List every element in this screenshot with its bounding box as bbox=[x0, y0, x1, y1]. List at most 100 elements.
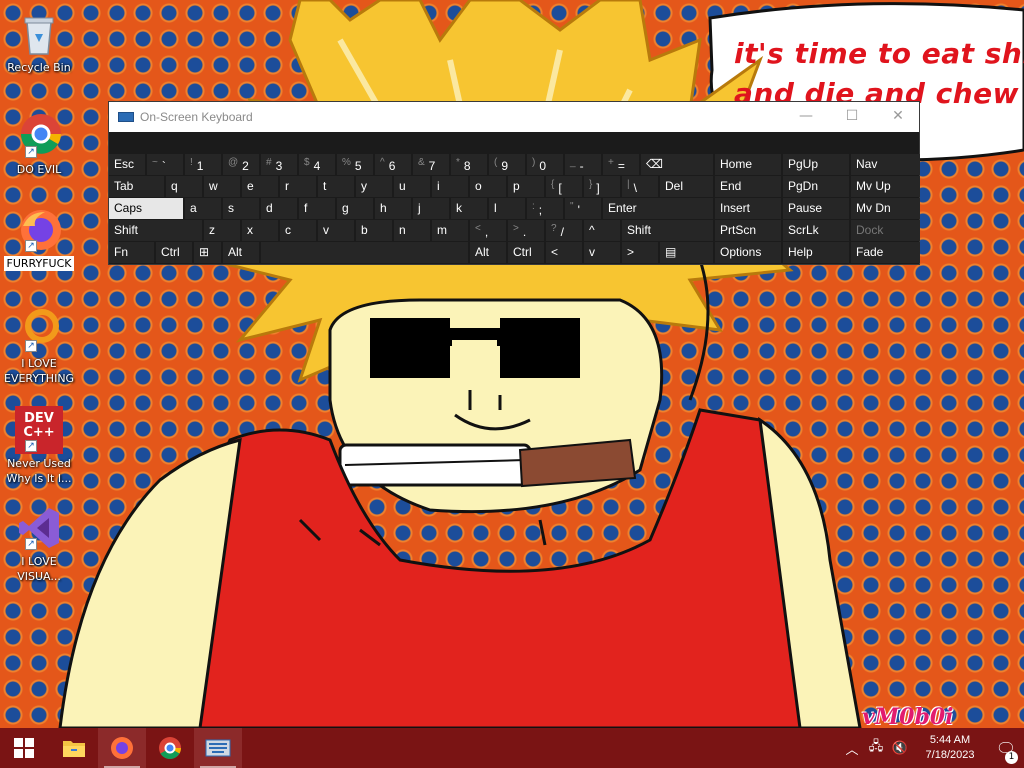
osk-nav-key-2-1[interactable]: Pause bbox=[783, 198, 849, 219]
osk-key-row4-4[interactable]: v bbox=[318, 220, 354, 241]
osk-key-row1-0[interactable]: Esc bbox=[109, 154, 145, 175]
osk-key-row5-8[interactable]: v bbox=[584, 242, 620, 263]
osk-nav-key-1-2[interactable]: Mv Up bbox=[851, 176, 920, 197]
osk-key-row5-9[interactable]: > bbox=[622, 242, 658, 263]
osk-key-row2-0[interactable]: Tab bbox=[109, 176, 164, 197]
osk-key-row1-11[interactable]: ) 0 bbox=[527, 154, 563, 175]
osk-key-row2-8[interactable]: i bbox=[432, 176, 468, 197]
osk-key-row2-13[interactable]: | \ bbox=[622, 176, 658, 197]
desktop-icon-furryfuck[interactable]: ↗ FURRYFUCK bbox=[4, 206, 74, 271]
osk-key-row5-3[interactable]: Alt bbox=[223, 242, 259, 263]
osk-key-row2-11[interactable]: {[ bbox=[546, 176, 582, 197]
osk-key-row2-9[interactable]: o bbox=[470, 176, 506, 197]
osk-key-row2-3[interactable]: e bbox=[242, 176, 278, 197]
minimize-button[interactable]: — bbox=[783, 102, 829, 132]
osk-key-row4-6[interactable]: n bbox=[394, 220, 430, 241]
osk-key-row1-8[interactable]: & 7 bbox=[413, 154, 449, 175]
osk-key-row3-11[interactable]: " ' bbox=[565, 198, 601, 219]
osk-key-row3-4[interactable]: f bbox=[299, 198, 335, 219]
osk-key-row2-10[interactable]: p bbox=[508, 176, 544, 197]
osk-key-row3-3[interactable]: d bbox=[261, 198, 297, 219]
osk-key-row2-14[interactable]: Del bbox=[660, 176, 713, 197]
network-icon[interactable]: 🖧 bbox=[864, 737, 888, 759]
osk-key-row3-7[interactable]: j bbox=[413, 198, 449, 219]
osk-key-row1-10[interactable]: (9 bbox=[489, 154, 525, 175]
desktop-icon-i-love-everything[interactable]: ↗ I LOVE EVERYTHING bbox=[4, 306, 74, 386]
osk-nav-key-3-2[interactable]: Dock bbox=[851, 220, 920, 241]
desktop-icon-dev-cpp[interactable]: DEV C++ ↗ Never Used Why Is It I... bbox=[4, 406, 74, 486]
osk-key-row1-3[interactable]: @2 bbox=[223, 154, 259, 175]
action-center-button[interactable]: 🗨 1 bbox=[988, 739, 1024, 764]
osk-nav-key-1-1[interactable]: PgDn bbox=[783, 176, 849, 197]
osk-key-row1-6[interactable]: % 5 bbox=[337, 154, 373, 175]
osk-key-row5-6[interactable]: Ctrl bbox=[508, 242, 544, 263]
desktop-icon-recycle-bin[interactable]: Recycle Bin bbox=[4, 10, 74, 75]
osk-key-row5-10[interactable]: ▤ bbox=[660, 242, 713, 263]
osk-key-row5-5[interactable]: Alt bbox=[470, 242, 506, 263]
osk-key-row1-9[interactable]: * 8 bbox=[451, 154, 487, 175]
osk-key-row2-7[interactable]: u bbox=[394, 176, 430, 197]
osk-key-row4-10[interactable]: ? / bbox=[546, 220, 582, 241]
osk-key-row3-5[interactable]: g bbox=[337, 198, 373, 219]
osk-key-row2-1[interactable]: q bbox=[166, 176, 202, 197]
osk-key-row1-13[interactable]: + = bbox=[603, 154, 639, 175]
osk-nav-key-3-1[interactable]: ScrLk bbox=[783, 220, 849, 241]
osk-key-row4-8[interactable]: <, bbox=[470, 220, 506, 241]
osk-key-row5-7[interactable]: < bbox=[546, 242, 582, 263]
osk-key-row3-6[interactable]: h bbox=[375, 198, 411, 219]
osk-nav-key-4-2[interactable]: Fade bbox=[851, 242, 920, 263]
osk-key-row4-3[interactable]: c bbox=[280, 220, 316, 241]
chevron-up-icon[interactable]: ︿ bbox=[840, 739, 864, 758]
osk-key-row2-2[interactable]: w bbox=[204, 176, 240, 197]
osk-key-row3-2[interactable]: s bbox=[223, 198, 259, 219]
osk-key-row4-11[interactable]: ^ bbox=[584, 220, 620, 241]
osk-nav-key-2-2[interactable]: Mv Dn bbox=[851, 198, 920, 219]
osk-nav-key-0-2[interactable]: Nav bbox=[851, 154, 920, 175]
osk-key-row4-7[interactable]: m bbox=[432, 220, 468, 241]
osk-nav-key-4-1[interactable]: Help bbox=[783, 242, 849, 263]
desktop-icon-do-evil[interactable]: ↗ DO EVIL bbox=[4, 112, 74, 177]
osk-key-row2-5[interactable]: t bbox=[318, 176, 354, 197]
osk-key-row2-12[interactable]: }] bbox=[584, 176, 620, 197]
osk-key-row1-4[interactable]: #3 bbox=[261, 154, 297, 175]
osk-key-row5-2[interactable]: ⊞ bbox=[194, 242, 221, 263]
close-button[interactable]: ✕ bbox=[875, 102, 921, 132]
osk-key-row1-5[interactable]: $4 bbox=[299, 154, 335, 175]
osk-nav-key-0-0[interactable]: Home bbox=[715, 154, 781, 175]
taskbar-clock[interactable]: 5:44 AM 7/18/2023 bbox=[912, 733, 988, 763]
volume-muted-icon[interactable]: 🔇 bbox=[888, 741, 912, 756]
maximize-button[interactable]: ☐ bbox=[829, 102, 875, 132]
osk-nav-key-2-0[interactable]: Insert bbox=[715, 198, 781, 219]
osk-key-row1-1[interactable]: ~ ` bbox=[147, 154, 183, 175]
osk-key-row4-12[interactable]: Shift bbox=[622, 220, 713, 241]
osk-key-row3-8[interactable]: k bbox=[451, 198, 487, 219]
osk-key-row1-12[interactable]: _ - bbox=[565, 154, 601, 175]
osk-key-row3-1[interactable]: a bbox=[185, 198, 221, 219]
osk-nav-key-0-1[interactable]: PgUp bbox=[783, 154, 849, 175]
taskbar-on-screen-keyboard[interactable] bbox=[194, 728, 242, 768]
osk-title-bar[interactable]: On-Screen Keyboard — ☐ ✕ bbox=[109, 102, 919, 132]
osk-key-row4-1[interactable]: z bbox=[204, 220, 240, 241]
taskbar-chrome[interactable] bbox=[146, 728, 194, 768]
taskbar-firefox[interactable] bbox=[98, 728, 146, 768]
osk-key-row5-4[interactable] bbox=[261, 242, 468, 263]
start-button[interactable] bbox=[0, 728, 48, 768]
osk-key-row4-9[interactable]: >. bbox=[508, 220, 544, 241]
osk-key-row4-5[interactable]: b bbox=[356, 220, 392, 241]
desktop-icon-visual-studio[interactable]: ↗ I LOVE VISUA... bbox=[4, 504, 74, 584]
osk-key-row1-2[interactable]: ! 1 bbox=[185, 154, 221, 175]
osk-key-row3-10[interactable]: :; bbox=[527, 198, 563, 219]
osk-key-row4-0[interactable]: Shift bbox=[109, 220, 202, 241]
osk-key-row5-0[interactable]: Fn bbox=[109, 242, 154, 263]
osk-key-row3-12[interactable]: Enter bbox=[603, 198, 713, 219]
osk-key-row2-6[interactable]: y bbox=[356, 176, 392, 197]
osk-key-row5-1[interactable]: Ctrl bbox=[156, 242, 192, 263]
osk-nav-key-4-0[interactable]: Options bbox=[715, 242, 781, 263]
osk-key-row1-14[interactable]: ⌫ bbox=[641, 154, 713, 175]
osk-key-row4-2[interactable]: x bbox=[242, 220, 278, 241]
osk-nav-key-3-0[interactable]: PrtScn bbox=[715, 220, 781, 241]
taskbar-file-explorer[interactable] bbox=[50, 728, 98, 768]
osk-key-row3-0[interactable]: Caps bbox=[109, 198, 183, 219]
osk-nav-key-1-0[interactable]: End bbox=[715, 176, 781, 197]
osk-key-row2-4[interactable]: r bbox=[280, 176, 316, 197]
